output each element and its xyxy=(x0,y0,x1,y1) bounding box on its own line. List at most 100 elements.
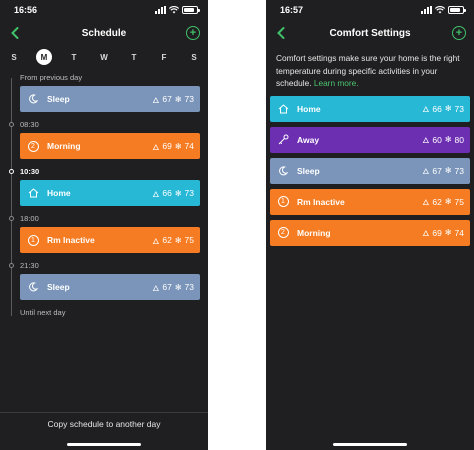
day-monday[interactable]: M xyxy=(36,49,52,65)
moon-icon xyxy=(277,165,289,177)
wifi-icon xyxy=(169,6,179,14)
heat-value: 62 xyxy=(432,196,442,207)
day-tuesday[interactable]: T xyxy=(66,49,82,65)
cool-value: 75 xyxy=(454,196,464,207)
timeline-from-label: From previous day xyxy=(20,72,83,82)
schedule-timeline: From previous day Sleep 🜂 67 ✻ 73 08:30 2 Mo… xyxy=(0,70,208,319)
heat-icon: 🜂 xyxy=(422,136,430,145)
heat-icon: 🜂 xyxy=(422,105,430,114)
status-icons xyxy=(155,6,200,14)
cool-value: 74 xyxy=(184,141,194,151)
day-saturday[interactable]: S xyxy=(186,49,202,65)
heat-value: 62 xyxy=(162,235,172,245)
schedule-entry-sleep-night[interactable]: Sleep 🜂 67 ✻ 73 xyxy=(20,274,200,300)
heat-value: 69 xyxy=(162,141,172,151)
entry-name: Rm Inactive xyxy=(47,235,95,245)
cool-value: 73 xyxy=(454,103,464,114)
heat-icon: 🜂 xyxy=(152,236,160,246)
add-button[interactable]: + xyxy=(451,26,466,40)
schedule-entry-rm-inactive[interactable]: 1 Rm Inactive 🜂 62 ✻ 75 xyxy=(20,227,200,253)
heat-value: 66 xyxy=(162,188,172,198)
signal-icon xyxy=(421,6,432,14)
number-2-icon: 2 xyxy=(27,140,39,152)
cool-icon: ✻ xyxy=(444,104,452,113)
learn-more-link[interactable]: Learn more. xyxy=(314,78,359,88)
status-bar: 16:56 xyxy=(0,0,208,20)
nav-bar: Schedule + xyxy=(0,20,208,46)
day-friday[interactable]: F xyxy=(156,49,172,65)
setting-name: Home xyxy=(297,103,321,114)
moon-icon xyxy=(27,281,39,293)
comfort-setting-home[interactable]: Home 🜂 66 ✻ 73 xyxy=(270,95,470,122)
day-sunday[interactable]: S xyxy=(6,49,22,65)
heat-icon: 🜂 xyxy=(152,189,160,199)
house-icon xyxy=(27,187,39,199)
day-wednesday[interactable]: W xyxy=(96,49,112,65)
cool-icon: ✻ xyxy=(444,228,452,237)
cool-value: 80 xyxy=(454,134,464,145)
heat-icon: 🜂 xyxy=(152,142,160,152)
setting-name: Away xyxy=(297,134,320,145)
copy-schedule-button[interactable]: Copy schedule to another day xyxy=(0,412,208,450)
copy-schedule-label: Copy schedule to another day xyxy=(47,419,161,429)
day-thursday[interactable]: T xyxy=(126,49,142,65)
entry-name: Sleep xyxy=(47,282,70,292)
back-button[interactable] xyxy=(274,26,288,40)
comfort-setting-away[interactable]: Away 🜂 60 ✻ 80 xyxy=(270,126,470,153)
heat-value: 67 xyxy=(162,282,172,292)
plus-icon: + xyxy=(455,26,463,39)
number-2-icon: 2 xyxy=(277,227,289,239)
cool-icon: ✻ xyxy=(174,141,182,151)
comfort-intro-text: Comfort settings make sure your home is … xyxy=(276,53,460,88)
setting-name: Rm Inactive xyxy=(297,196,345,207)
timeline-dot xyxy=(9,215,14,221)
timeline-time: 08:30 xyxy=(9,117,208,131)
cool-icon: ✻ xyxy=(174,94,182,104)
heat-icon: 🜂 xyxy=(152,95,160,105)
status-time: 16:56 xyxy=(14,5,38,15)
status-icons xyxy=(421,6,466,14)
back-button[interactable] xyxy=(8,26,22,40)
cool-icon: ✻ xyxy=(174,282,182,292)
add-button[interactable]: + xyxy=(186,26,200,40)
comfort-settings-list: Home 🜂 66 ✻ 73 Away 🜂 60 ✻ 80 Sleep 🜂 67 ✻ 73 1 Rm… xyxy=(266,95,474,246)
cool-icon: ✻ xyxy=(174,235,182,245)
comfort-setting-rm-inactive[interactable]: 1 Rm Inactive 🜂 62 ✻ 75 xyxy=(270,188,470,215)
cool-icon: ✻ xyxy=(444,135,452,144)
comfort-setting-morning[interactable]: 2 Morning 🜂 69 ✻ 74 xyxy=(270,219,470,246)
cool-value: 74 xyxy=(454,227,464,238)
schedule-entry-home[interactable]: Home 🜂 66 ✻ 73 xyxy=(20,180,200,206)
battery-icon xyxy=(182,6,200,14)
comfort-setting-sleep[interactable]: Sleep 🜂 67 ✻ 73 xyxy=(270,157,470,184)
heat-value: 69 xyxy=(432,227,442,238)
home-indicator[interactable] xyxy=(333,443,407,446)
timeline-time: 21:30 xyxy=(9,258,208,272)
setting-name: Sleep xyxy=(297,165,320,176)
timeline-time-current: 10:30 xyxy=(9,164,208,178)
status-time: 16:57 xyxy=(280,5,304,15)
schedule-entry-sleep[interactable]: Sleep 🜂 67 ✻ 73 xyxy=(20,86,200,112)
number-1-icon: 1 xyxy=(27,234,39,246)
heat-value: 60 xyxy=(432,134,442,145)
cool-icon: ✻ xyxy=(174,188,182,198)
cool-value: 73 xyxy=(184,188,194,198)
timeline-dot-current xyxy=(9,168,14,174)
heat-icon: 🜂 xyxy=(422,198,430,207)
page-title: Schedule xyxy=(81,27,127,39)
cool-value: 75 xyxy=(184,235,194,245)
schedule-screen: 16:56 Schedule + S M T W T F S From prev… xyxy=(0,0,208,450)
heat-value: 67 xyxy=(432,165,442,176)
cool-icon: ✻ xyxy=(444,166,452,175)
chevron-left-icon xyxy=(277,27,285,39)
cool-value: 73 xyxy=(454,165,464,176)
schedule-entry-morning[interactable]: 2 Morning 🜂 69 ✻ 74 xyxy=(20,133,200,159)
plus-icon: + xyxy=(189,26,197,39)
timeline-line xyxy=(11,78,12,316)
entry-name: Morning xyxy=(47,141,81,151)
heat-value: 67 xyxy=(162,94,172,104)
home-indicator[interactable] xyxy=(67,443,141,446)
wifi-icon xyxy=(435,6,445,14)
signal-icon xyxy=(155,6,166,14)
timeline-until-label: Until next day xyxy=(20,307,66,317)
timeline-dot xyxy=(9,262,14,268)
